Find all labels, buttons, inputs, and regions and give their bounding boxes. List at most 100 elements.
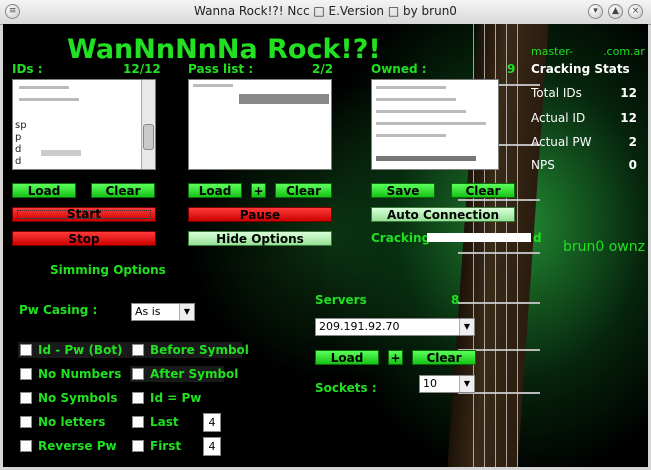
pass-list[interactable]	[188, 79, 332, 170]
ids-count: 12/12	[123, 62, 161, 76]
obscured-text	[376, 98, 456, 101]
sockets-value: 10	[423, 377, 437, 390]
pw-casing-select[interactable]: As is ▼	[131, 303, 195, 321]
chevron-down-icon[interactable]: ▼	[179, 304, 194, 320]
ids-clear-button[interactable]: Clear	[91, 183, 155, 198]
obscured-text	[193, 84, 233, 87]
server-value: 209.191.92.70	[319, 320, 400, 333]
app-heading: WanNnNnNa Rock!?!	[67, 34, 381, 65]
stat-value: 12	[620, 86, 637, 100]
pw-casing-value: As is	[135, 305, 161, 318]
master-link[interactable]: master- .com.ar	[531, 45, 645, 58]
minimize-button[interactable]: ▾	[588, 4, 603, 19]
sockets-label: Sockets :	[315, 381, 377, 395]
stat-value: 12	[620, 111, 637, 125]
option-label: No Numbers	[38, 367, 122, 381]
servers-clear-button[interactable]: Clear	[412, 350, 476, 365]
list-item[interactable]: d	[15, 144, 21, 155]
obscured-text	[376, 86, 446, 89]
pass-list-count: 2/2	[312, 62, 334, 76]
chevron-down-icon[interactable]: ▼	[459, 376, 474, 392]
start-button[interactable]: Start	[12, 207, 156, 222]
obscured-text	[376, 134, 446, 137]
ids-label: IDs :	[12, 62, 43, 76]
list-item[interactable]: d	[15, 156, 21, 167]
last-checkbox[interactable]	[132, 416, 144, 428]
cracking-suffix: d	[533, 231, 542, 245]
stat-value: 0	[628, 158, 637, 172]
pass-clear-button[interactable]: Clear	[275, 183, 332, 198]
window-title: Wanna Rock!?! Ncc □ E.Version □ by brun0	[194, 4, 457, 18]
pass-list-label: Pass list :	[188, 62, 254, 76]
brun0-ownz-text: brun0 ownz	[563, 239, 645, 255]
stat-value: 2	[628, 135, 637, 149]
server-select[interactable]: 209.191.92.70 ▼	[315, 318, 475, 336]
main-panel: WanNnNnNa Rock!?! IDs : 12/12 sp p d d L…	[3, 24, 648, 467]
obscured-text	[239, 94, 329, 104]
id-equals-pw-checkbox[interactable]	[132, 392, 144, 404]
no-numbers-checkbox[interactable]	[20, 368, 32, 380]
stat-label: Total IDs	[531, 86, 582, 100]
start-button-label: Start	[66, 207, 102, 221]
fret	[458, 199, 540, 201]
simming-options-title: Simming Options	[50, 263, 166, 277]
guitar-string	[506, 24, 507, 467]
ids-scrollbar[interactable]	[141, 80, 155, 169]
owned-count: 9	[507, 62, 516, 76]
obscured-text	[19, 86, 69, 89]
after-symbol-checkbox[interactable]	[132, 368, 144, 380]
pw-casing-label: Pw Casing :	[19, 303, 98, 317]
chevron-down-icon[interactable]: ▼	[459, 319, 474, 335]
first-count-input[interactable]: 4	[203, 437, 221, 456]
owned-save-button[interactable]: Save	[371, 183, 435, 198]
option-label: Id = Pw	[150, 391, 202, 405]
servers-add-button[interactable]: +	[388, 350, 403, 365]
pass-load-button[interactable]: Load	[188, 183, 242, 198]
option-label: No letters	[38, 415, 106, 429]
owned-clear-button[interactable]: Clear	[451, 183, 515, 198]
obscured-text	[376, 110, 466, 113]
option-label: Before Symbol	[150, 343, 249, 357]
hide-options-button[interactable]: Hide Options	[188, 231, 332, 246]
stat-label: Actual ID	[531, 111, 586, 125]
title-bar: Wanna Rock!?! Ncc □ E.Version □ by brun0…	[0, 0, 651, 25]
option-label: Last	[150, 415, 179, 429]
option-label: After Symbol	[150, 367, 239, 381]
stop-button[interactable]: Stop	[12, 231, 156, 246]
stat-label: NPS	[531, 158, 555, 172]
ids-list[interactable]: sp p d d	[12, 79, 156, 170]
list-item[interactable]: sp	[15, 120, 27, 131]
servers-label: Servers	[315, 293, 367, 307]
before-symbol-checkbox[interactable]	[132, 344, 144, 356]
no-symbols-checkbox[interactable]	[20, 392, 32, 404]
option-label: No Symbols	[38, 391, 118, 405]
last-count-input[interactable]: 4	[203, 413, 221, 432]
id-pw-bot-checkbox[interactable]	[20, 344, 32, 356]
pass-add-button[interactable]: +	[251, 183, 266, 198]
owned-label: Owned :	[371, 62, 427, 76]
obscured-text	[19, 98, 79, 101]
guitar-string	[517, 24, 518, 467]
no-letters-checkbox[interactable]	[20, 416, 32, 428]
stat-label: Actual PW	[531, 135, 592, 149]
reverse-pw-checkbox[interactable]	[20, 440, 32, 452]
ids-load-button[interactable]: Load	[12, 183, 76, 198]
fret	[458, 302, 540, 304]
first-checkbox[interactable]	[132, 440, 144, 452]
servers-count: 8	[451, 293, 460, 307]
obscured-text	[376, 156, 476, 161]
sockets-select[interactable]: 10 ▼	[419, 375, 475, 393]
list-item[interactable]: p	[15, 132, 21, 143]
obscured-text	[427, 233, 531, 242]
pause-button[interactable]: Pause	[188, 207, 332, 222]
servers-load-button[interactable]: Load	[315, 350, 379, 365]
auto-connection-button[interactable]: Auto Connection	[371, 207, 515, 222]
maximize-button[interactable]: ▲	[608, 4, 623, 19]
owned-list[interactable]	[371, 79, 499, 170]
master-link-suffix: .com.ar	[603, 45, 645, 58]
obscured-text	[376, 122, 486, 125]
option-label: Reverse Pw	[38, 439, 117, 453]
window-menu-button[interactable]: ≡	[5, 4, 20, 19]
scroll-thumb[interactable]	[143, 124, 154, 150]
close-button[interactable]: ×	[628, 4, 643, 19]
